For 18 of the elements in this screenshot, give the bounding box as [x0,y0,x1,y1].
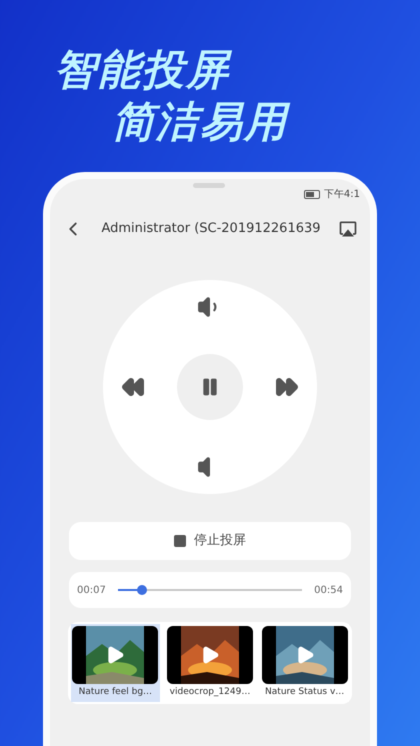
headline-text: 智能投屏 [54,44,230,96]
video-caption: Nature Status v… [265,686,344,699]
video-item[interactable]: Nature feel bg… [71,624,160,702]
speaker-slot [193,183,225,188]
fast-forward-icon[interactable] [275,375,299,399]
video-caption: videocrop_1249… [170,686,250,699]
stop-cast-button[interactable]: 停止投屏 [69,522,351,560]
status-time: 下午4:1 [324,188,360,202]
headline-text: 简洁易用 [112,96,288,148]
cast-icon[interactable] [338,219,358,239]
header-title: Administrator (SC-201912261639 [100,220,322,238]
battery-icon [304,190,320,199]
total-time: 00:54 [314,584,343,598]
video-caption: Nature feel bg… [78,686,152,699]
rewind-icon[interactable] [121,375,145,399]
elapsed-time: 00:07 [77,584,106,598]
slider-thumb[interactable] [136,585,147,595]
stop-icon [174,535,186,547]
